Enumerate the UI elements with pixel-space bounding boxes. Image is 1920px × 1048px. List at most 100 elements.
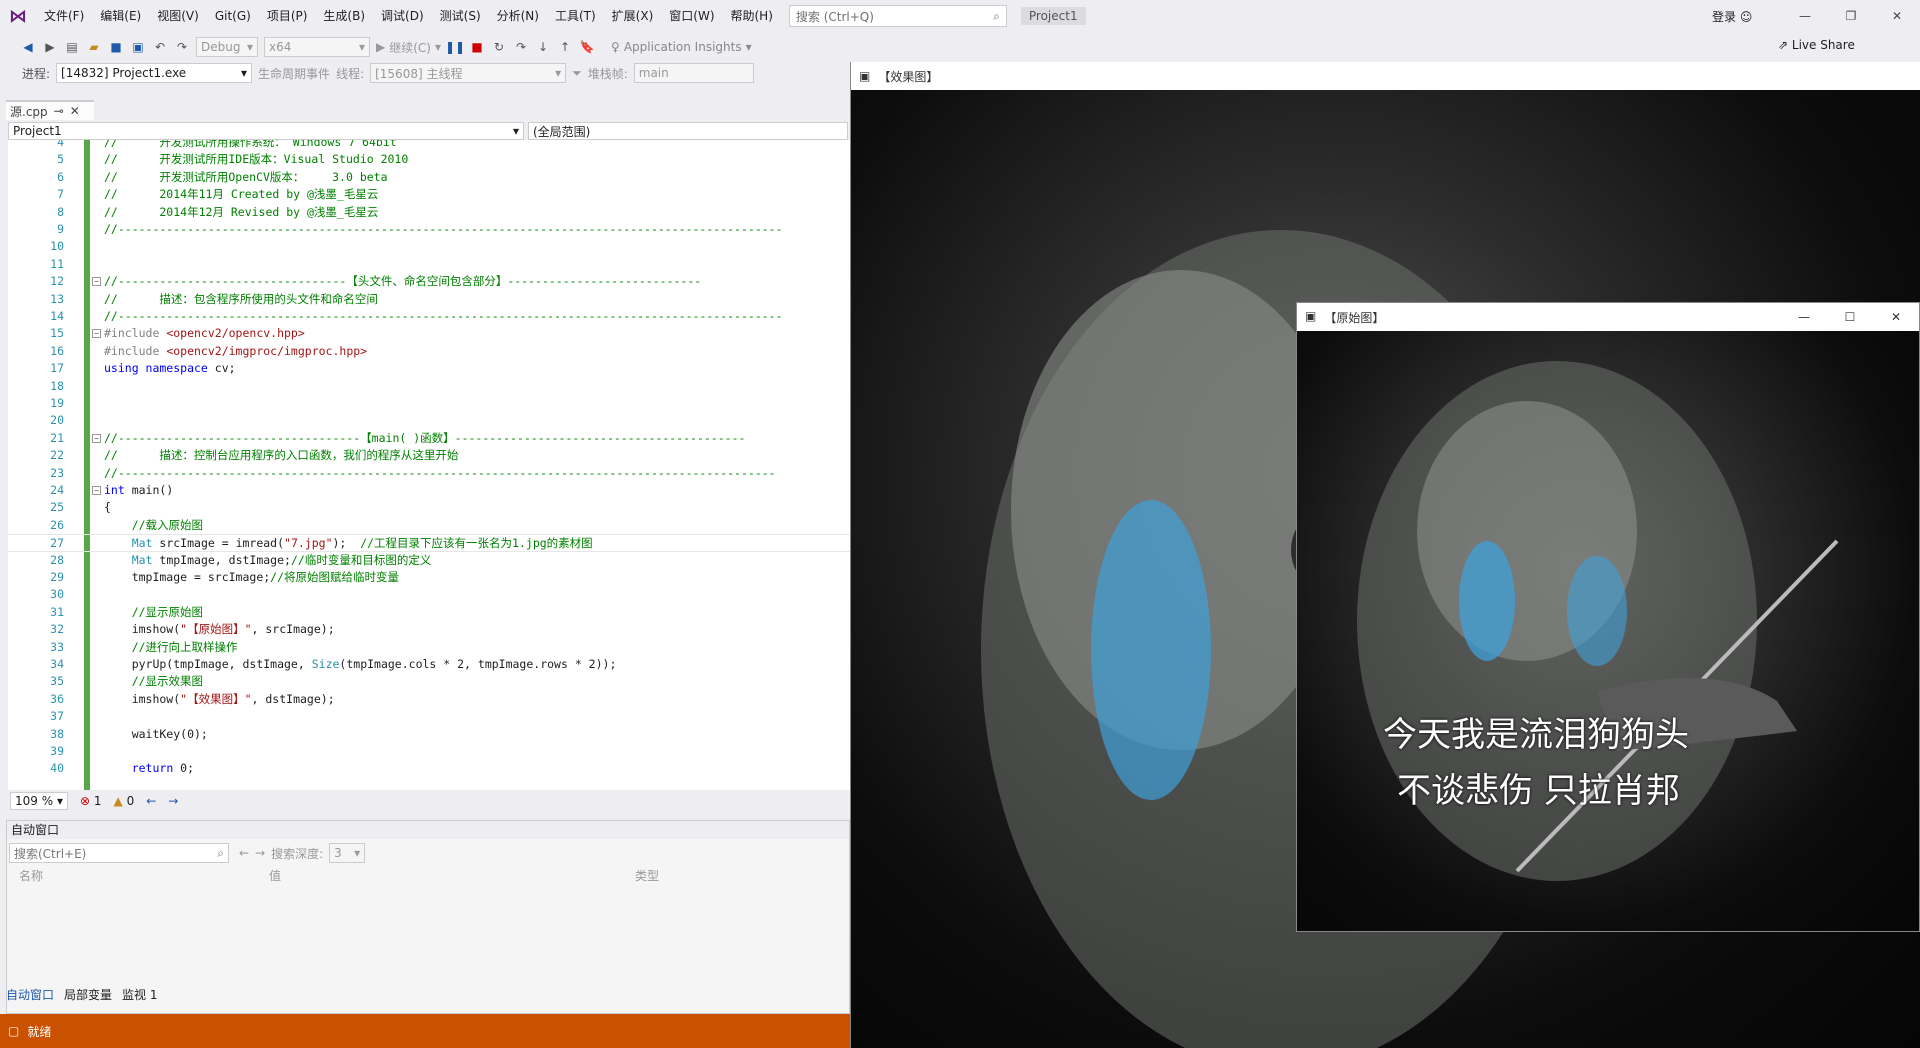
arrow-left-icon[interactable]: ← (239, 846, 249, 860)
thread-select[interactable]: [15608] 主线程 ▾ (370, 63, 567, 83)
pause-icon[interactable]: ❚❚ (445, 39, 465, 55)
auto-window-title: 自动窗口 (7, 821, 849, 839)
collapse-icon[interactable]: − (92, 433, 101, 443)
code-token: "【效果图】" (180, 691, 252, 706)
minimize-icon[interactable]: — (1782, 0, 1828, 32)
back-icon[interactable]: ◀ (20, 39, 36, 55)
step-into-icon[interactable]: ↓ (535, 39, 551, 55)
column-name[interactable]: 名称 (19, 867, 43, 884)
save-all-icon[interactable]: ▣ (130, 39, 146, 55)
auto-window-columns: 名称 值 类型 (7, 867, 849, 885)
menu-item[interactable]: 文件(F) (36, 0, 92, 32)
menu-item[interactable]: 视图(V) (149, 0, 207, 32)
menu-item[interactable]: 分析(N) (489, 0, 547, 32)
auto-window-tab[interactable]: 自动窗口 (6, 986, 54, 1003)
process-select[interactable]: [14832] Project1.exe ▾ (56, 63, 253, 83)
redo-icon[interactable]: ↷ (174, 39, 190, 55)
original-image-window[interactable]: ▣ 【原始图】 — ☐ ✕ 今天我是流泪狗狗头 不谈悲伤 只拉肖邦 (1296, 302, 1920, 932)
live-share-button[interactable]: ⇗ Live Share (1778, 38, 1855, 52)
tab-source-cpp[interactable]: 源.cpp ⊸ ✕ (6, 100, 94, 120)
chevron-down-icon: ▾ (241, 66, 248, 80)
collapse-icon[interactable]: − (92, 277, 101, 287)
step-over-icon[interactable]: ↷ (513, 39, 529, 55)
restore-icon[interactable]: ❐ (1828, 0, 1874, 32)
column-type[interactable]: 类型 (635, 867, 659, 884)
stop-icon[interactable]: ■ (469, 39, 485, 55)
line-number: 24 (50, 483, 64, 497)
code-token: #include (104, 326, 167, 341)
effect-window-titlebar[interactable]: ▣ 【效果图】 (851, 62, 1920, 90)
menu-item[interactable]: 帮助(H) (723, 0, 781, 32)
filter-icon[interactable]: ⏷ (572, 66, 582, 81)
menu-item[interactable]: Git(G) (207, 0, 259, 32)
project-title: Project1 (1020, 7, 1086, 25)
auto-search-input[interactable]: 搜索(Ctrl+E) ⌕ (9, 843, 229, 863)
menu-item[interactable]: 调试(D) (373, 0, 432, 32)
code-token: //--------------------------------------… (104, 465, 776, 480)
undo-icon[interactable]: ↶ (152, 39, 168, 55)
column-value[interactable]: 值 (269, 867, 281, 884)
auto-window-tab[interactable]: 局部变量 (64, 986, 112, 1003)
open-folder-icon[interactable]: ▰ (86, 39, 102, 55)
step-out-icon[interactable]: ↑ (557, 39, 573, 55)
menu-item[interactable]: 扩展(X) (604, 0, 662, 32)
code-text: // 开发测试所用IDE版本：Visual Studio 2010 (104, 151, 408, 168)
warning-count[interactable]: ▲ 0 (114, 794, 135, 808)
search-depth-select[interactable]: 3 ▾ (329, 843, 366, 863)
menu-item[interactable]: 生成(B) (315, 0, 373, 32)
close-icon[interactable]: ✕ (1873, 310, 1919, 324)
line-number: 32 (50, 622, 64, 637)
zoom-value: 109 % (15, 794, 54, 808)
project-select[interactable]: Project1 ▾ (8, 122, 524, 140)
close-icon[interactable]: ✕ (1874, 0, 1920, 32)
restart-icon[interactable]: ↻ (491, 39, 507, 55)
zoom-select[interactable]: 109 % ▾ (10, 792, 68, 810)
forward-icon[interactable]: ▶ (42, 39, 58, 55)
stackframe-select[interactable]: main (633, 63, 754, 83)
menu-item[interactable]: 窗口(W) (661, 0, 722, 32)
chevron-down-icon: ▾ (745, 40, 752, 54)
pin-icon[interactable]: ⊸ (54, 104, 64, 118)
save-icon[interactable]: ■ (108, 39, 124, 55)
collapse-icon[interactable]: − (92, 329, 101, 339)
new-file-icon[interactable]: ▤ (64, 39, 80, 55)
code-token: , dstImage); (251, 691, 335, 706)
login-button[interactable]: 登录 ☺ (1712, 8, 1752, 25)
continue-button[interactable]: ▶ 继续(C) ▾ (376, 39, 441, 56)
application-insights-button[interactable]: ♀ Application Insights ▾ (611, 40, 752, 54)
line-number: 6 (57, 169, 64, 184)
code-token: //临时变量和目标图的定义 (290, 552, 432, 567)
menu-item[interactable]: 测试(S) (432, 0, 489, 32)
code-line: 7 // 2014年11月 Created by @浅墨_毛星云 (8, 186, 850, 203)
maximize-icon[interactable]: ☐ (1827, 310, 1873, 324)
menu-item[interactable]: 工具(T) (547, 0, 604, 32)
code-line: 27 Mat srcImage = imread("7.jpg"); //工程目… (8, 534, 850, 552)
error-count[interactable]: ⊗ 1 (80, 794, 102, 808)
minimize-icon[interactable]: — (1781, 310, 1827, 324)
arrow-right-icon[interactable]: → (168, 794, 178, 808)
search-depth-label: 搜索深度: (271, 846, 324, 861)
code-line: 9 //-------------------------------------… (8, 221, 850, 238)
original-window-titlebar[interactable]: ▣ 【原始图】 — ☐ ✕ (1297, 303, 1919, 331)
arrow-right-icon[interactable]: → (255, 846, 265, 860)
scope-select[interactable]: (全局范围) (528, 122, 848, 140)
code-line: 18 (8, 378, 850, 395)
close-icon[interactable]: ✕ (70, 104, 80, 118)
lifecycle-events-button[interactable]: 生命周期事件 (258, 65, 330, 82)
code-editor[interactable]: 4 // 开发测试所用操作系统： Windows 7 64bit 5 // 开发测试所… (8, 140, 850, 790)
bookmark-icon[interactable]: 🔖 (579, 39, 595, 55)
arrow-left-icon[interactable]: ← (146, 794, 156, 808)
platform-select[interactable]: x64 ▾ (264, 37, 370, 57)
auto-window-tab[interactable]: 监视 1 (122, 986, 157, 1003)
menu-item[interactable]: 项目(P) (259, 0, 316, 32)
search-input[interactable]: 搜索 (Ctrl+Q) ⌕ (788, 5, 1007, 27)
collapse-icon[interactable]: − (92, 486, 101, 495)
line-number: 38 (50, 726, 64, 741)
line-number: 37 (50, 709, 64, 724)
menu-item[interactable]: 编辑(E) (92, 0, 149, 32)
config-select[interactable]: Debug ▾ (196, 37, 258, 57)
code-token: // 2014年11月 Created by @浅墨_毛星云 (104, 187, 379, 202)
code-text: tmpImage = srcImage;//将原始图赋给临时变量 (104, 569, 399, 586)
